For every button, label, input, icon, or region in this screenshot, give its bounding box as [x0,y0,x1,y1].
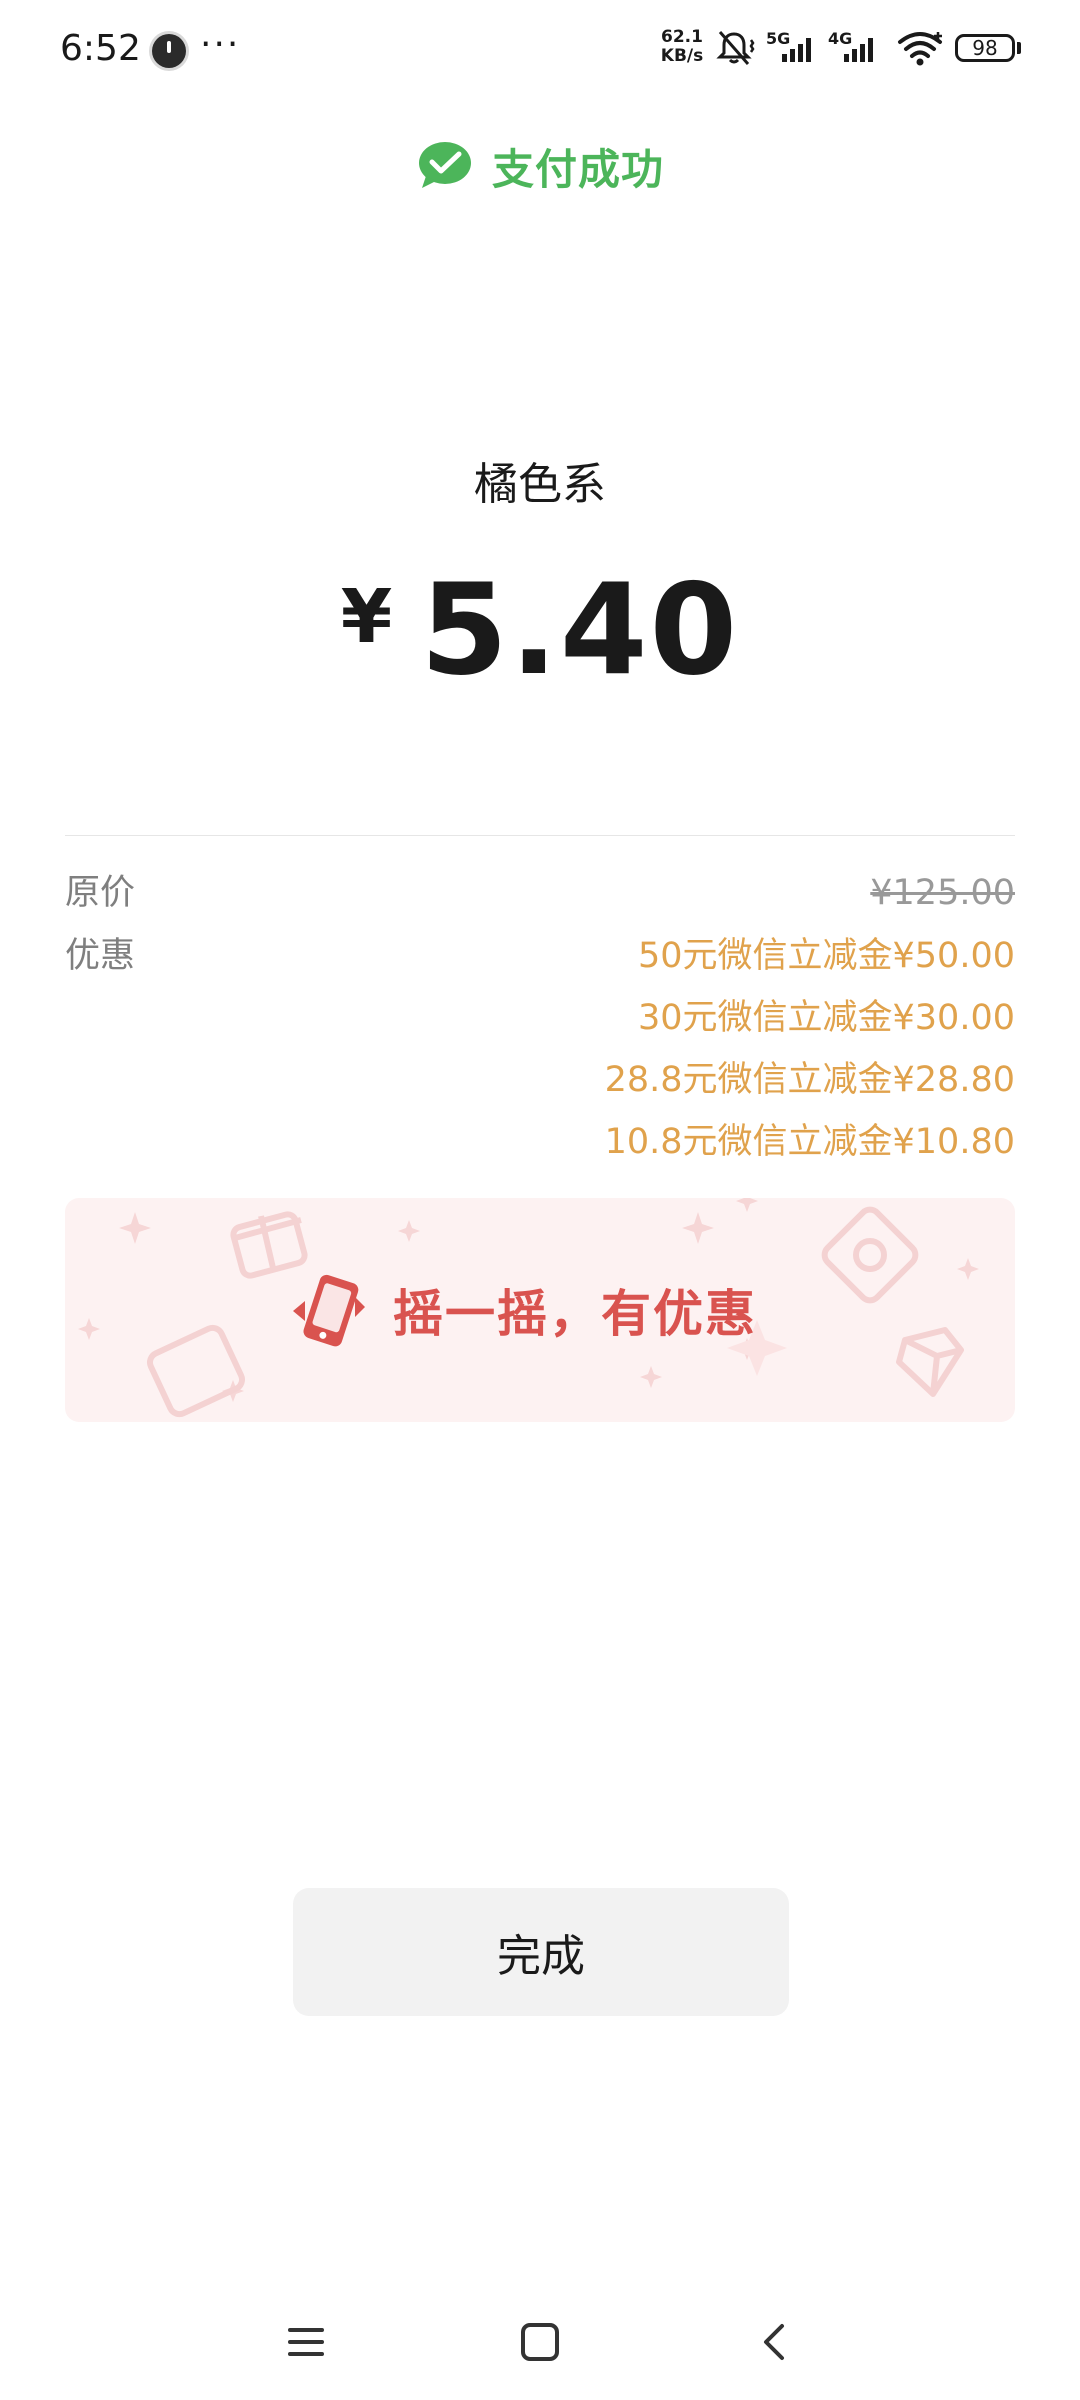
original-price-row: 原价 ¥125.00 [65,862,1015,924]
signal-4g-icon [844,38,873,62]
payment-success-header: 支付成功 [0,135,1080,197]
payment-amount: ¥ 5.40 [0,560,1080,700]
discount-list: 50元微信立减金¥50.00 30元微信立减金¥30.00 28.8元微信立减金… [315,925,1015,1173]
original-price-value: ¥125.00 [870,873,1015,913]
network-speed: 62.1 KB/s [656,28,708,66]
done-button[interactable]: 完成 [293,1888,789,2016]
divider [65,835,1015,836]
discount-item: 50元微信立减金¥50.00 [637,936,1015,976]
original-price-label: 原价 [65,873,136,913]
battery-tip [1017,42,1021,54]
wechat-pay-check-icon [418,142,471,188]
wifi-icon [898,32,942,66]
home-icon [521,2323,559,2361]
shake-promo-banner[interactable]: 摇一摇，有优惠 [65,1198,1015,1422]
system-navigation-bar [0,2290,1080,2400]
discount-item: 30元微信立减金¥30.00 [637,998,1015,1038]
discount-label: 优惠 [65,936,136,976]
discount-item: 10.8元微信立减金¥10.80 [604,1122,1015,1162]
silent-mode-icon [716,31,755,65]
home-button[interactable] [500,2310,580,2374]
amount-value: 5.40 [420,556,740,703]
status-bar: 6:52 ··· 62.1 KB/s 5G 4G 98 [0,0,1080,100]
currency-symbol: ¥ [340,574,393,660]
back-icon [764,2324,784,2360]
status-time: 6:52 [60,28,141,69]
shake-promo-text: 摇一摇，有优惠 [393,1285,757,1343]
signal-5g-icon [782,38,811,62]
back-button[interactable] [734,2310,814,2374]
merchant-name: 橘色系 [474,459,606,510]
payment-success-title: 支付成功 [491,144,664,194]
battery-icon: 98 [955,34,1015,62]
network-speed-value: 62.1 [661,27,703,47]
recent-apps-button[interactable] [266,2310,346,2374]
menu-icon [288,2328,324,2356]
network-speed-unit: KB/s [660,46,704,66]
shake-promo-content: 摇一摇，有优惠 [65,1198,1015,1422]
more-notifications-icon: ··· [200,24,241,65]
shake-phone-icon [293,1274,365,1347]
app-notification-icon [152,34,186,68]
discount-item: 28.8元微信立减金¥28.80 [604,1060,1015,1100]
